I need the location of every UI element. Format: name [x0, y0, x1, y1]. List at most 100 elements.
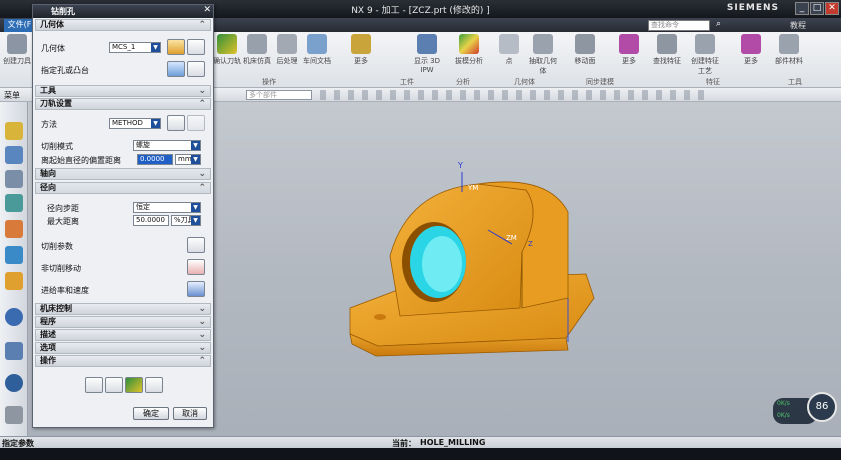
toolpath-settings-section[interactable]: 刀轨设置 ⌃ — [35, 98, 211, 110]
feeds-speeds-button[interactable] — [187, 281, 205, 297]
taskbar — [0, 448, 841, 460]
part-navigator-icon[interactable] — [5, 194, 23, 212]
radial-section[interactable]: 径向 ⌃ — [35, 182, 211, 194]
snap-icons[interactable] — [320, 90, 710, 100]
radial-step-select[interactable]: 恒定 ▼ — [133, 202, 201, 213]
maximize-button[interactable]: □ — [810, 2, 824, 15]
chevron-up-icon: ⌃ — [198, 20, 206, 30]
status-bar: 指定参数 当前： HOLE_MILLING — [0, 436, 841, 448]
close-button[interactable]: ✕ — [825, 2, 839, 15]
history-icon[interactable] — [5, 308, 23, 326]
z-axis-label: Z — [528, 240, 533, 248]
cancel-button[interactable]: 取消 — [173, 407, 207, 420]
reuse-library-icon[interactable] — [5, 220, 23, 238]
search-icon[interactable]: ⌕ — [716, 19, 721, 29]
group-analysis: 分析 — [456, 78, 470, 86]
method-label: 方法 — [41, 120, 57, 129]
program-section[interactable]: 程序 ⌄ — [35, 316, 211, 328]
group-sync-modeling: 同步建模 — [586, 78, 614, 86]
postprocess-button[interactable]: 后处理 — [272, 34, 302, 66]
edit-geometry-button[interactable] — [167, 39, 185, 55]
brand-logo: SIEMENS — [726, 3, 779, 13]
show-3d-ipw-button[interactable]: 显示 3D IPW — [412, 34, 442, 74]
non-cut-moves-button[interactable] — [187, 259, 205, 275]
drill-hole-dialog: 钻削孔 ✕ 几何体 ⌃ 几何体 MCS_1 ▼ 指定孔或凸台 工具 ⌄ 刀轨设置 ⌃ 方… — [32, 4, 214, 428]
resource-bar — [0, 102, 28, 436]
download-rate: 0K/s — [777, 412, 790, 419]
offset-label: 离起始直径的偏置距离 — [41, 156, 121, 165]
more-sync-button[interactable]: 更多 — [614, 34, 644, 66]
geometry-label: 几何体 — [41, 44, 65, 53]
y-axis-label: Y — [457, 161, 463, 170]
max-distance-label: 最大距离 — [47, 217, 79, 226]
offset-unit-select[interactable]: mm ▼ — [175, 154, 201, 165]
group-operations: 操作 — [262, 78, 276, 86]
list-button[interactable] — [145, 377, 163, 393]
hd3d-icon[interactable] — [5, 246, 23, 264]
specify-boss-label: 指定孔或凸台 — [41, 66, 89, 75]
options-section[interactable]: 选项 ⌄ — [35, 342, 211, 354]
radial-step-label: 径向步距 — [47, 204, 79, 213]
verify-button[interactable] — [125, 377, 143, 393]
machine-sim-button[interactable]: 机床仿真 — [242, 34, 272, 66]
zm-axis-label: ZM — [506, 234, 517, 242]
create-tool-button[interactable]: 创建刀具 — [2, 34, 32, 66]
group-tools: 工具 — [788, 78, 802, 86]
web-browser-icon[interactable] — [5, 272, 23, 290]
display-boss-button[interactable] — [187, 61, 205, 77]
ok-button[interactable]: 确定 — [133, 407, 169, 420]
tool-section[interactable]: 工具 ⌄ — [35, 85, 211, 97]
actions-section[interactable]: 操作 ⌃ — [35, 355, 211, 367]
upload-rate: 0K/s — [777, 400, 790, 407]
assembly-icon[interactable] — [5, 146, 23, 164]
generate-button[interactable] — [85, 377, 103, 393]
process-studio-icon[interactable] — [5, 374, 23, 392]
command-search-input[interactable]: 查找命令 — [648, 20, 710, 31]
axial-section[interactable]: 轴向 ⌄ — [35, 168, 211, 180]
max-distance-input[interactable]: 50.0000 — [133, 215, 169, 226]
more-feature-button[interactable]: 更多 — [736, 34, 766, 66]
cut-mode-select[interactable]: 螺旋 ▼ — [133, 140, 201, 151]
part-material-button[interactable]: 部件材料 — [774, 34, 804, 66]
geometry-section[interactable]: 几何体 ⌃ — [35, 19, 211, 31]
constraint-icon[interactable] — [5, 170, 23, 188]
offset-input[interactable]: 0.0000 — [137, 154, 173, 165]
network-gauge: 0K/s 0K/s 86 — [773, 392, 837, 430]
replay-button[interactable] — [105, 377, 123, 393]
dialog-title[interactable]: 钻削孔 — [33, 5, 213, 18]
new-method-button[interactable] — [187, 115, 205, 131]
current-op-value: HOLE_MILLING — [420, 438, 486, 447]
geometry-select[interactable]: MCS_1 ▼ — [109, 42, 161, 53]
filter-combo[interactable]: 多个部件 — [246, 90, 312, 100]
edit-method-button[interactable] — [167, 115, 185, 131]
more-ops-button[interactable]: 更多 — [346, 34, 376, 66]
gauge-percent: 86 — [807, 392, 837, 422]
move-face-button[interactable]: 移动面 — [570, 34, 600, 66]
ym-axis-label: YM — [467, 184, 478, 192]
max-distance-unit-select[interactable]: %刀具 ▼ — [171, 215, 201, 226]
create-feature-process-button[interactable]: 创建特征工艺 — [690, 34, 720, 76]
navigator-icon[interactable] — [5, 122, 23, 140]
specify-boss-button[interactable] — [167, 61, 185, 77]
minimize-button[interactable]: _ — [795, 2, 809, 15]
system-materials-icon[interactable] — [5, 342, 23, 360]
method-select[interactable]: METHOD ▼ — [109, 118, 161, 129]
cut-params-button[interactable] — [187, 237, 205, 253]
roles-icon[interactable] — [5, 406, 23, 424]
find-feature-button[interactable]: 查找特征 — [652, 34, 682, 66]
menu-button[interactable]: 菜单 — [4, 90, 20, 101]
machine-control-section[interactable]: 机床控制 ⌄ — [35, 303, 211, 315]
verify-toolpath-button[interactable]: 确认刀轨 — [212, 34, 242, 66]
group-workpiece: 工件 — [400, 78, 414, 86]
feeds-speeds-label: 进给率和速度 — [41, 286, 89, 295]
help-menu[interactable]: 教程 — [790, 20, 806, 31]
description-section[interactable]: 描述 ⌄ — [35, 329, 211, 341]
shop-doc-button[interactable]: 车间文档 — [302, 34, 332, 66]
new-geometry-button[interactable] — [187, 39, 205, 55]
extract-geometry-button[interactable]: 抽取几何体 — [528, 34, 558, 76]
cut-mode-label: 切削模式 — [41, 142, 73, 151]
dialog-close-icon[interactable]: ✕ — [203, 5, 211, 15]
group-feature: 特征 — [706, 78, 720, 86]
draft-analysis-button[interactable]: 拔模分析 — [454, 34, 484, 66]
point-button[interactable]: 点 — [494, 34, 524, 66]
